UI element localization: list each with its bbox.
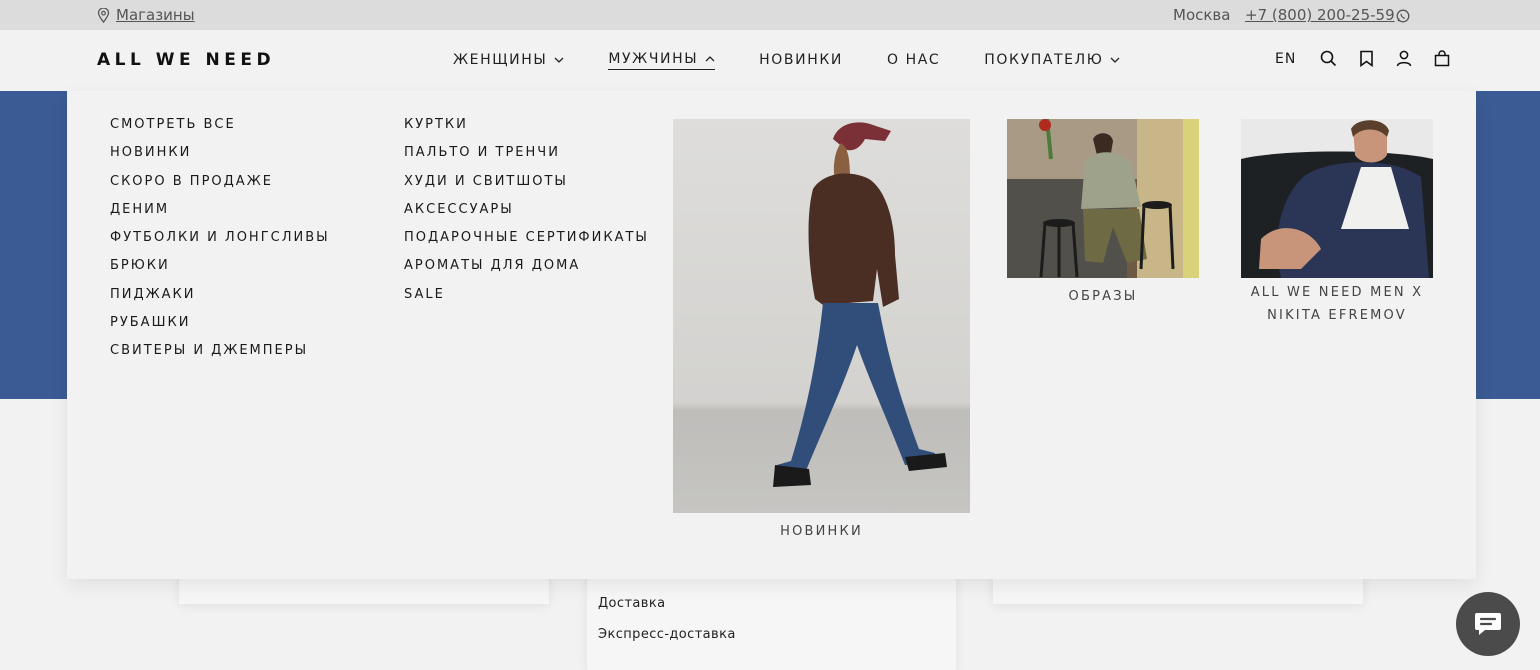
menu-link-coming-soon[interactable]: СКОРО В ПРОДАЖЕ <box>110 174 330 202</box>
promo-caption-line2: NIKITA EFREMOV <box>1267 308 1407 323</box>
search-icon[interactable] <box>1320 50 1337 67</box>
menu-link-view-all[interactable]: СМОТРЕТЬ ВСЕ <box>110 117 330 145</box>
nav-women[interactable]: ЖЕНЩИНЫ <box>453 51 564 70</box>
bookmark-icon[interactable] <box>1359 50 1374 67</box>
chat-button[interactable] <box>1456 592 1520 656</box>
chat-icon <box>1475 613 1501 635</box>
brand-logo[interactable]: ALL WE NEED <box>97 50 275 70</box>
chevron-down-icon <box>1111 57 1120 63</box>
menu-link-sweaters[interactable]: СВИТЕРЫ И ДЖЕМПЕРЫ <box>110 343 330 371</box>
chevron-down-icon <box>554 57 564 63</box>
menu-link-accessories[interactable]: АКСЕССУАРЫ <box>404 202 649 230</box>
menu-link-jackets[interactable]: КУРТКИ <box>404 117 649 145</box>
promo-image <box>673 119 970 513</box>
menu-link-gift-cards[interactable]: ПОДАРОЧНЫЕ СЕРТИФИКАТЫ <box>404 230 649 258</box>
promo-image <box>1007 119 1199 278</box>
main-nav: ЖЕНЩИНЫ МУЖЧИНЫ НОВИНКИ О НАС ПОКУПАТЕЛЮ <box>453 51 1120 70</box>
stores-link[interactable]: Магазины <box>97 6 195 24</box>
main-header: ALL WE NEED ЖЕНЩИНЫ МУЖЧИНЫ НОВИНКИ О НА… <box>0 30 1540 91</box>
menu-link-new[interactable]: НОВИНКИ <box>110 145 330 173</box>
menu-column-1: СМОТРЕТЬ ВСЕ НОВИНКИ СКОРО В ПРОДАЖЕ ДЕН… <box>110 117 330 372</box>
location-pin-icon <box>97 7 110 23</box>
menu-link-home-fragrance[interactable]: АРОМАТЫ ДЛЯ ДОМА <box>404 258 649 286</box>
promo-new-arrivals[interactable]: НОВИНКИ <box>673 119 970 540</box>
menu-link-blazers[interactable]: ПИДЖАКИ <box>110 287 330 315</box>
delivery-link[interactable]: Доставка <box>598 596 665 611</box>
whatsapp-icon[interactable] <box>1396 8 1410 27</box>
promo-collaboration[interactable]: ALL WE NEED MEN X NIKITA EFREMOV <box>1241 119 1433 324</box>
nav-women-label: ЖЕНЩИНЫ <box>453 51 548 68</box>
menu-link-coats[interactable]: ПАЛЬТО И ТРЕНЧИ <box>404 145 649 173</box>
top-bar: Магазины Москва +7 (800) 200-25-59 <box>0 0 1540 30</box>
menu-link-trousers[interactable]: БРЮКИ <box>110 258 330 286</box>
promo-looks[interactable]: ОБРАЗЫ <box>1007 119 1199 305</box>
express-delivery-link[interactable]: Экспресс-доставка <box>598 627 736 642</box>
nav-about-label: О НАС <box>886 51 941 68</box>
menu-link-tshirts[interactable]: ФУТБОЛКИ И ЛОНГСЛИВЫ <box>110 230 330 258</box>
bag-icon[interactable] <box>1434 50 1450 67</box>
menu-link-denim[interactable]: ДЕНИМ <box>110 202 330 230</box>
nav-new-label: НОВИНКИ <box>759 51 843 68</box>
promo-caption: ОБРАЗЫ <box>1068 289 1138 304</box>
menu-link-hoodies[interactable]: ХУДИ И СВИТШОТЫ <box>404 174 649 202</box>
promo-image <box>1241 119 1433 278</box>
nav-customer-label: ПОКУПАТЕЛЮ <box>984 51 1104 68</box>
promo-caption-line1: ALL WE NEED MEN X <box>1250 285 1424 300</box>
nav-men[interactable]: МУЖЧИНЫ <box>608 51 716 70</box>
mega-menu-men: СМОТРЕТЬ ВСЕ НОВИНКИ СКОРО В ПРОДАЖЕ ДЕН… <box>67 91 1476 579</box>
phone-link[interactable]: +7 (800) 200-25-59 <box>1245 6 1395 24</box>
user-icon[interactable] <box>1396 50 1412 67</box>
menu-column-2: КУРТКИ ПАЛЬТО И ТРЕНЧИ ХУДИ И СВИТШОТЫ А… <box>404 117 649 315</box>
stores-label: Магазины <box>116 6 195 24</box>
city-selector[interactable]: Москва <box>1173 6 1230 24</box>
nav-customer[interactable]: ПОКУПАТЕЛЮ <box>984 51 1120 70</box>
chevron-up-icon <box>705 56 715 62</box>
promo-caption: НОВИНКИ <box>780 524 863 539</box>
nav-men-label: МУЖЧИНЫ <box>608 51 699 67</box>
nav-new[interactable]: НОВИНКИ <box>759 51 843 70</box>
menu-link-sale[interactable]: SALE <box>404 287 649 315</box>
menu-link-shirts[interactable]: РУБАШКИ <box>110 315 330 343</box>
header-actions: EN <box>1275 50 1450 67</box>
language-switch[interactable]: EN <box>1275 51 1296 67</box>
nav-about[interactable]: О НАС <box>887 51 940 70</box>
